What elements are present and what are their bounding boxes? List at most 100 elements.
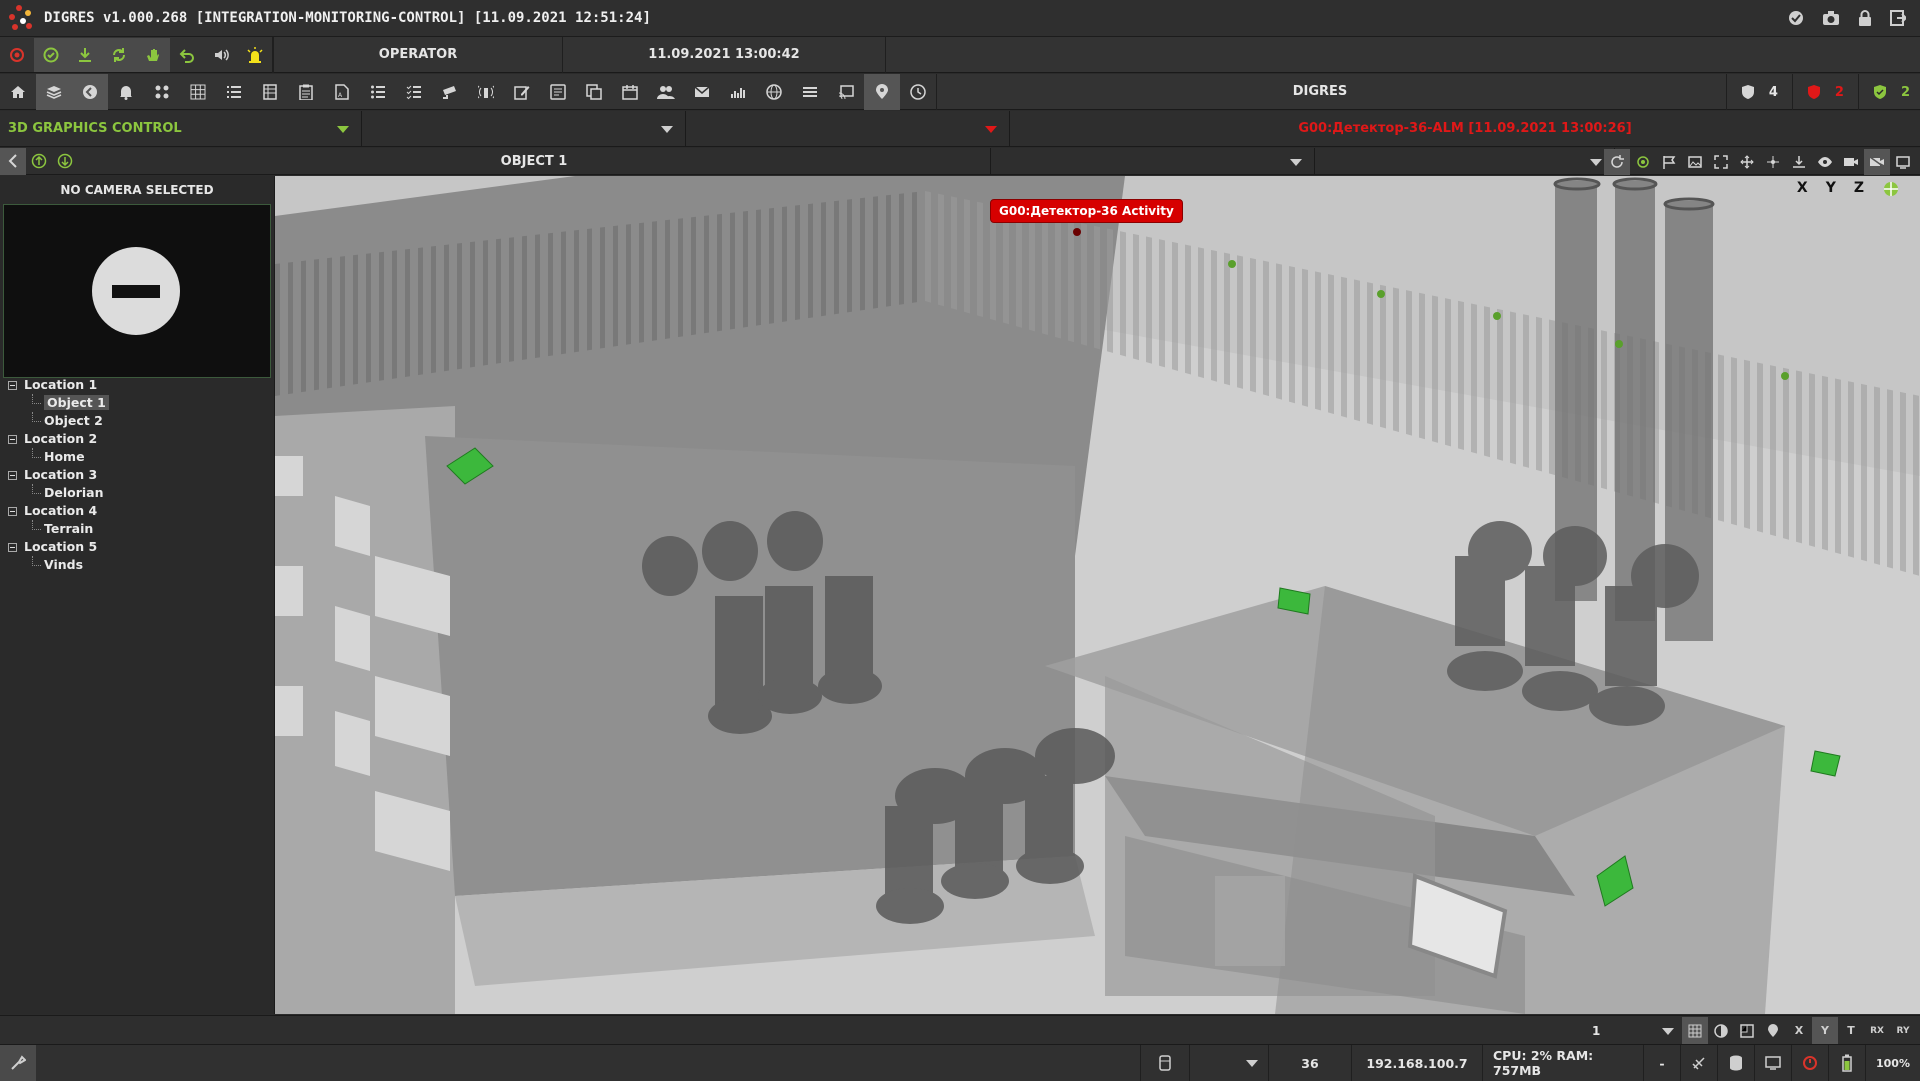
lines-icon[interactable] [792,74,828,110]
checklist-icon[interactable] [396,74,432,110]
alarm-badge[interactable]: G00:Детектор-36 Activity [990,199,1183,223]
table-icon[interactable] [252,74,288,110]
layers-icon[interactable] [36,73,72,110]
clock-icon[interactable] [900,74,936,110]
collapse-icon[interactable] [8,507,17,516]
lock-icon[interactable] [1858,10,1872,26]
nodes-icon[interactable] [144,74,180,110]
report-icon[interactable] [540,74,576,110]
device-icon[interactable] [1140,1045,1189,1081]
device-dropdown[interactable] [1189,1045,1268,1081]
home-icon[interactable] [0,74,36,110]
tree-location-5[interactable]: Location 5 [6,538,109,556]
camera-icon[interactable] [1822,10,1840,26]
hand-icon[interactable] [136,37,170,72]
tree-location-2[interactable]: Location 2 [6,430,109,448]
tree-object-2[interactable]: Object 2 [6,412,109,430]
tree-object-1[interactable]: Object 1 [6,394,109,412]
gizmo-icon[interactable] [1882,180,1900,202]
axis-label-y[interactable]: Y [1812,1016,1838,1045]
tree-terrain[interactable]: Terrain [6,520,109,538]
monitor-icon[interactable] [1754,1045,1791,1081]
grid-icon[interactable] [180,74,216,110]
axis-y[interactable]: Y [1826,180,1836,202]
cctv-icon[interactable] [432,74,468,110]
zoom-select[interactable]: 1 [1582,1018,1682,1044]
video-off-icon[interactable] [1864,148,1890,175]
screen-icon[interactable] [1890,149,1916,175]
save-icon[interactable] [1786,149,1812,175]
collapse-icon[interactable] [8,435,17,444]
fullscreen-icon[interactable] [1708,149,1734,175]
tree-location-4[interactable]: Location 4 [6,502,109,520]
contrast-icon[interactable] [1708,1017,1734,1045]
globe-icon[interactable] [756,74,792,110]
last-alarm-text[interactable]: G00:Детектор-36-ALM [11.09.2021 13:00:26… [1010,111,1920,147]
tree-delorian[interactable]: Delorian [6,484,109,502]
collapse-icon[interactable] [8,471,17,480]
map-pin-icon[interactable] [864,73,900,110]
tree-home[interactable]: Home [6,448,109,466]
undo-icon[interactable] [170,38,204,72]
tool-icon[interactable] [0,1045,36,1081]
image-icon[interactable] [1682,149,1708,175]
stop-icon[interactable] [0,38,34,72]
arrow-down-circle-icon[interactable] [52,148,78,175]
collapse-icon[interactable] [8,381,17,390]
documents-icon[interactable] [576,74,612,110]
check-circle-icon[interactable] [1788,10,1804,26]
floorplan-icon[interactable] [1734,1017,1760,1045]
flag-icon[interactable] [1656,149,1682,175]
satellite-icon[interactable] [1680,1045,1717,1081]
axis-label-t[interactable]: T [1838,1017,1864,1045]
axis-z[interactable]: Z [1854,180,1864,202]
view-dropdown[interactable] [1315,147,1615,175]
bell-icon[interactable] [108,74,144,110]
3d-scene[interactable] [275,176,1920,1014]
calendar-icon[interactable] [612,74,648,110]
list-icon[interactable] [216,74,252,110]
sound-icon[interactable] [204,38,238,72]
database-icon[interactable] [1717,1045,1754,1081]
sensor-icon[interactable] [468,74,504,110]
video-camera-icon[interactable] [1838,149,1864,175]
move-icon[interactable] [1734,149,1760,175]
bullet-list-icon[interactable] [360,74,396,110]
refresh-icon[interactable] [1604,148,1630,175]
pin-icon[interactable] [1760,1017,1786,1045]
back-circle-icon[interactable] [72,73,108,110]
edit-icon[interactable] [504,74,540,110]
3d-viewport[interactable]: G00:Детектор-36 Activity X Y Z [275,176,1920,1014]
tree-location-3[interactable]: Location 3 [6,466,109,484]
confirm-icon[interactable] [34,37,68,72]
tree-location-1[interactable]: Location 1 [6,376,109,394]
siren-icon[interactable] [238,38,272,72]
alarm-status-icon[interactable] [1791,1045,1828,1081]
object-dropdown[interactable] [990,147,1315,175]
back-arrow-icon[interactable] [0,147,26,175]
mode-dropdown[interactable]: 3D GRAPHICS CONTROL [0,110,362,147]
axis-label-rx[interactable]: RX [1864,1017,1890,1045]
cast-icon[interactable] [828,74,864,110]
tree-vinds[interactable]: Vinds [6,556,109,574]
exit-icon[interactable] [1890,10,1906,26]
mail-icon[interactable] [684,74,720,110]
download-icon[interactable] [68,37,102,72]
arrow-up-circle-icon[interactable] [26,148,52,175]
pan-icon[interactable] [1760,149,1786,175]
users-icon[interactable] [648,74,684,110]
axis-label-ry[interactable]: RY [1890,1017,1916,1045]
sync-icon[interactable] [102,37,136,72]
wireframe-icon[interactable] [1682,1016,1708,1045]
pdf-icon[interactable]: A [324,74,360,110]
target-icon[interactable] [1630,149,1656,175]
collapse-icon[interactable] [8,543,17,552]
chart-icon[interactable] [720,74,756,110]
clipboard-icon[interactable] [288,74,324,110]
axis-label-x[interactable]: X [1786,1017,1812,1045]
window-title: DIGRES v1.000.268 [INTEGRATION-MONITORIN… [44,10,651,26]
axis-x[interactable]: X [1797,180,1808,202]
secondary-dropdown[interactable] [362,110,686,147]
alarm-filter-dropdown[interactable] [686,110,1010,147]
eye-icon[interactable] [1812,149,1838,175]
